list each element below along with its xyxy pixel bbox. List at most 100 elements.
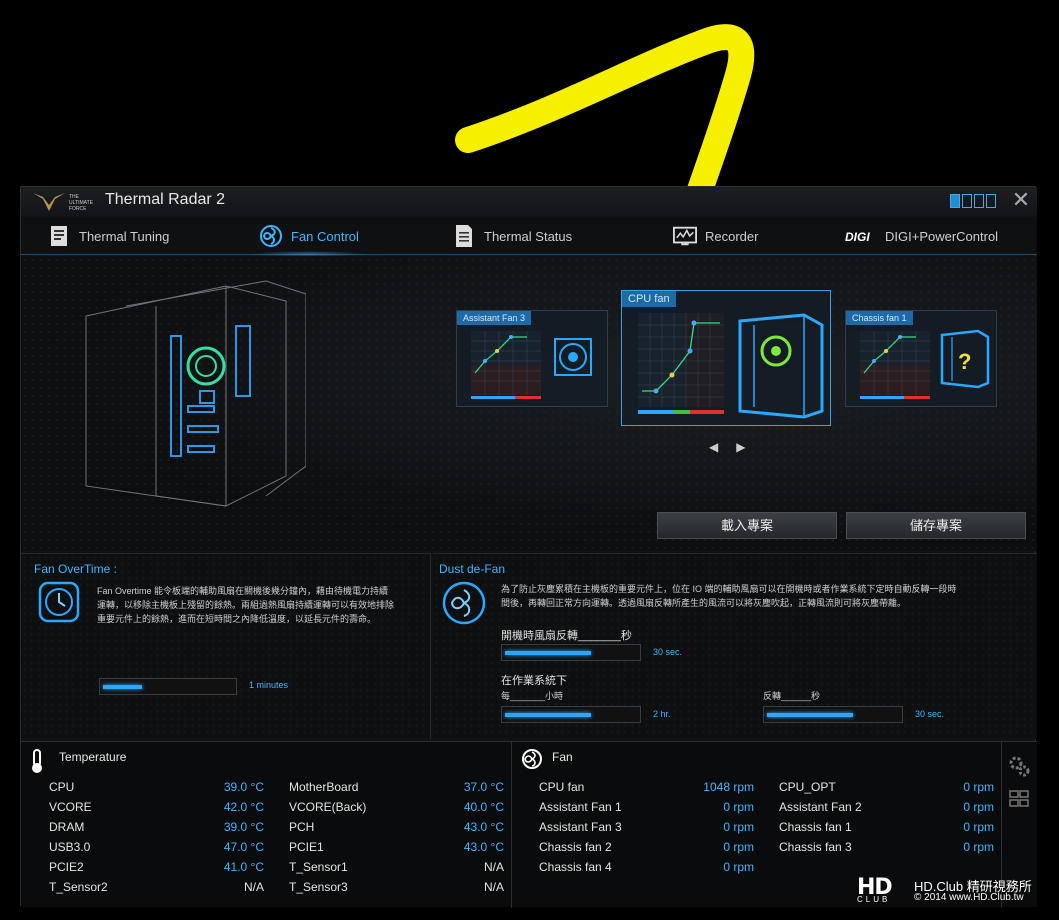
fan-card-title: Chassis fan 1 [846,311,913,325]
fan-carousel-arrows: ◀ ▶ [709,440,749,454]
fan-overtime-panel: Fan OverTime : Fan Overtime 能令板端的輔助風扇在關機… [21,553,431,739]
sensor-value: 0 rpm [723,840,754,854]
every-hours-value: 2 hr. [653,709,671,719]
pc-case-cpu-fan-icon [738,313,824,419]
fan-clock-icon [38,581,80,623]
sensor-value: 47.0 °C [223,840,264,854]
fan-control-main: Assistant Fan 3 CPU fan Chassis fan 1 ? … [21,256,1037,551]
annotation-stroke [455,24,755,190]
temperature-title: Temperature [59,750,127,764]
gear-icon[interactable] [1007,754,1031,778]
layout-switcher[interactable] [950,194,998,208]
sensor-label: Chassis fan 2 [539,840,612,854]
layout-option-1[interactable] [950,194,960,208]
sensor-label: PCIE2 [49,860,84,874]
sensor-value: 37.0 °C [463,780,504,794]
sensor-value: 0 rpm [963,820,994,834]
dust-defan-description: 為了防止灰塵累積在主機板的重要元件上，位在 IO 端的輔助風扇可以在開機時或者作… [501,584,957,608]
tab-thermal-tuning[interactable]: Thermal Tuning [47,221,169,251]
tab-digi-power-control[interactable]: DIGI DIGI+PowerControl [845,221,998,251]
boot-reverse-label: 開機時風扇反轉_______秒 [501,630,632,642]
clipboard-icon [47,224,71,248]
fan-card-title: CPU fan [622,291,676,307]
sensor-value: 41.0 °C [223,860,264,874]
every-hours-slider[interactable] [501,706,641,723]
reverse-seconds-value: 30 sec. [915,709,945,719]
main-tabs: Thermal Tuning Fan Control Thermal Statu… [21,217,1037,257]
reverse-seconds-slider[interactable] [763,706,903,723]
reverse-seconds-label: 反轉______秒 [763,691,821,701]
sensor-label: CPU fan [539,780,585,794]
sensor-value: 43.0 °C [463,820,504,834]
sensor-label: PCIE1 [289,840,324,854]
sensor-value: 0 rpm [963,840,994,854]
sensor-label: Assistant Fan 3 [539,820,622,834]
next-arrow-icon[interactable]: ▶ [736,440,745,454]
monitor-chart-icon [673,224,697,248]
digi-logo-icon: DIGI [845,224,877,248]
sensor-value: 0 rpm [963,800,994,814]
layout-option-2[interactable] [962,194,972,208]
layout-option-3[interactable] [974,194,984,208]
tab-thermal-status[interactable]: Thermal Status [452,221,572,251]
fan-icon [554,338,592,376]
svg-text:DIGI: DIGI [845,230,870,243]
sensor-value: 39.0 °C [223,780,264,794]
os-mode-label: 在作業系統下 [501,675,567,687]
prev-arrow-icon[interactable]: ◀ [709,440,718,454]
tuf-logo-icon: THE ULTIMATE FORCE [33,193,94,212]
title-bar: THE ULTIMATE FORCE Thermal Radar 2 ✕ [21,187,1037,217]
fan-card-assistant-fan-3[interactable]: Assistant Fan 3 [456,310,608,407]
close-button[interactable]: ✕ [1011,189,1031,211]
sensor-label: CPU [49,780,75,794]
tab-fan-control[interactable]: Fan Control [249,221,369,257]
slider-fill [505,713,591,717]
tab-label: Fan Control [291,228,359,244]
sensor-value: 0 rpm [963,780,994,794]
sensor-label: Chassis fan 4 [539,860,612,874]
sensor-value: N/A [483,860,504,874]
fan-card-cpu-fan[interactable]: CPU fan [621,290,831,426]
sensor-label: Assistant Fan 2 [779,800,862,814]
sensor-label: VCORE [49,800,92,814]
tab-label: Thermal Tuning [79,228,170,244]
fan-card-chassis-fan-1[interactable]: Chassis fan 1 ? [845,310,997,407]
document-icon [452,224,476,248]
watermark-copyright: © 2014 www.HD.Club.tw [914,892,1024,903]
pc-case-unknown-icon: ? [940,329,990,389]
tab-recorder[interactable]: Recorder [673,221,758,251]
sensor-label: T_Sensor1 [289,860,348,874]
boot-reverse-slider[interactable] [501,644,641,661]
load-profile-button[interactable]: 載入專案 [657,512,837,539]
fan-overtime-title: Fan OverTime : [34,562,117,576]
fan-overtime-slider[interactable] [99,678,237,695]
sensor-value: 39.0 °C [223,820,264,834]
dust-defan-panel: Dust de-Fan 為了防止灰塵累積在主機板的重要元件上，位在 IO 端的輔… [433,553,1037,739]
layout-option-4[interactable] [986,194,996,208]
sensor-label: PCH [289,820,315,834]
fan-overtime-value: 1 minutes [249,680,289,690]
sensor-value: N/A [483,880,504,894]
every-hours-label: 每_______小時 [501,691,564,701]
save-profile-button[interactable]: 儲存專案 [846,512,1026,539]
grid-view-icon[interactable] [1009,790,1029,808]
dust-fan-icon [442,581,486,625]
sensor-label: USB3.0 [49,840,91,854]
slider-fill [103,685,142,689]
sensor-value: 0 rpm [723,820,754,834]
sensor-label: Chassis fan 1 [779,820,852,834]
app-title: Thermal Radar 2 [105,191,226,208]
screen: THE ULTIMATE FORCE Thermal Radar 2 ✕ The… [0,0,1059,920]
sensor-label: VCORE(Back) [289,800,367,814]
watermark-logo-sub: CLUB [857,895,891,904]
sensor-value: 0 rpm [723,860,754,874]
sensor-label: MotherBoard [289,780,359,794]
sensor-value: 43.0 °C [463,840,504,854]
boot-reverse-value: 30 sec. [653,647,683,657]
slider-fill [505,651,591,655]
fan-swirl-icon [259,224,283,248]
svg-text:?: ? [958,349,971,374]
tab-label: Thermal Status [484,228,573,244]
sensor-value: 0 rpm [723,800,754,814]
sensor-value: 42.0 °C [223,800,264,814]
